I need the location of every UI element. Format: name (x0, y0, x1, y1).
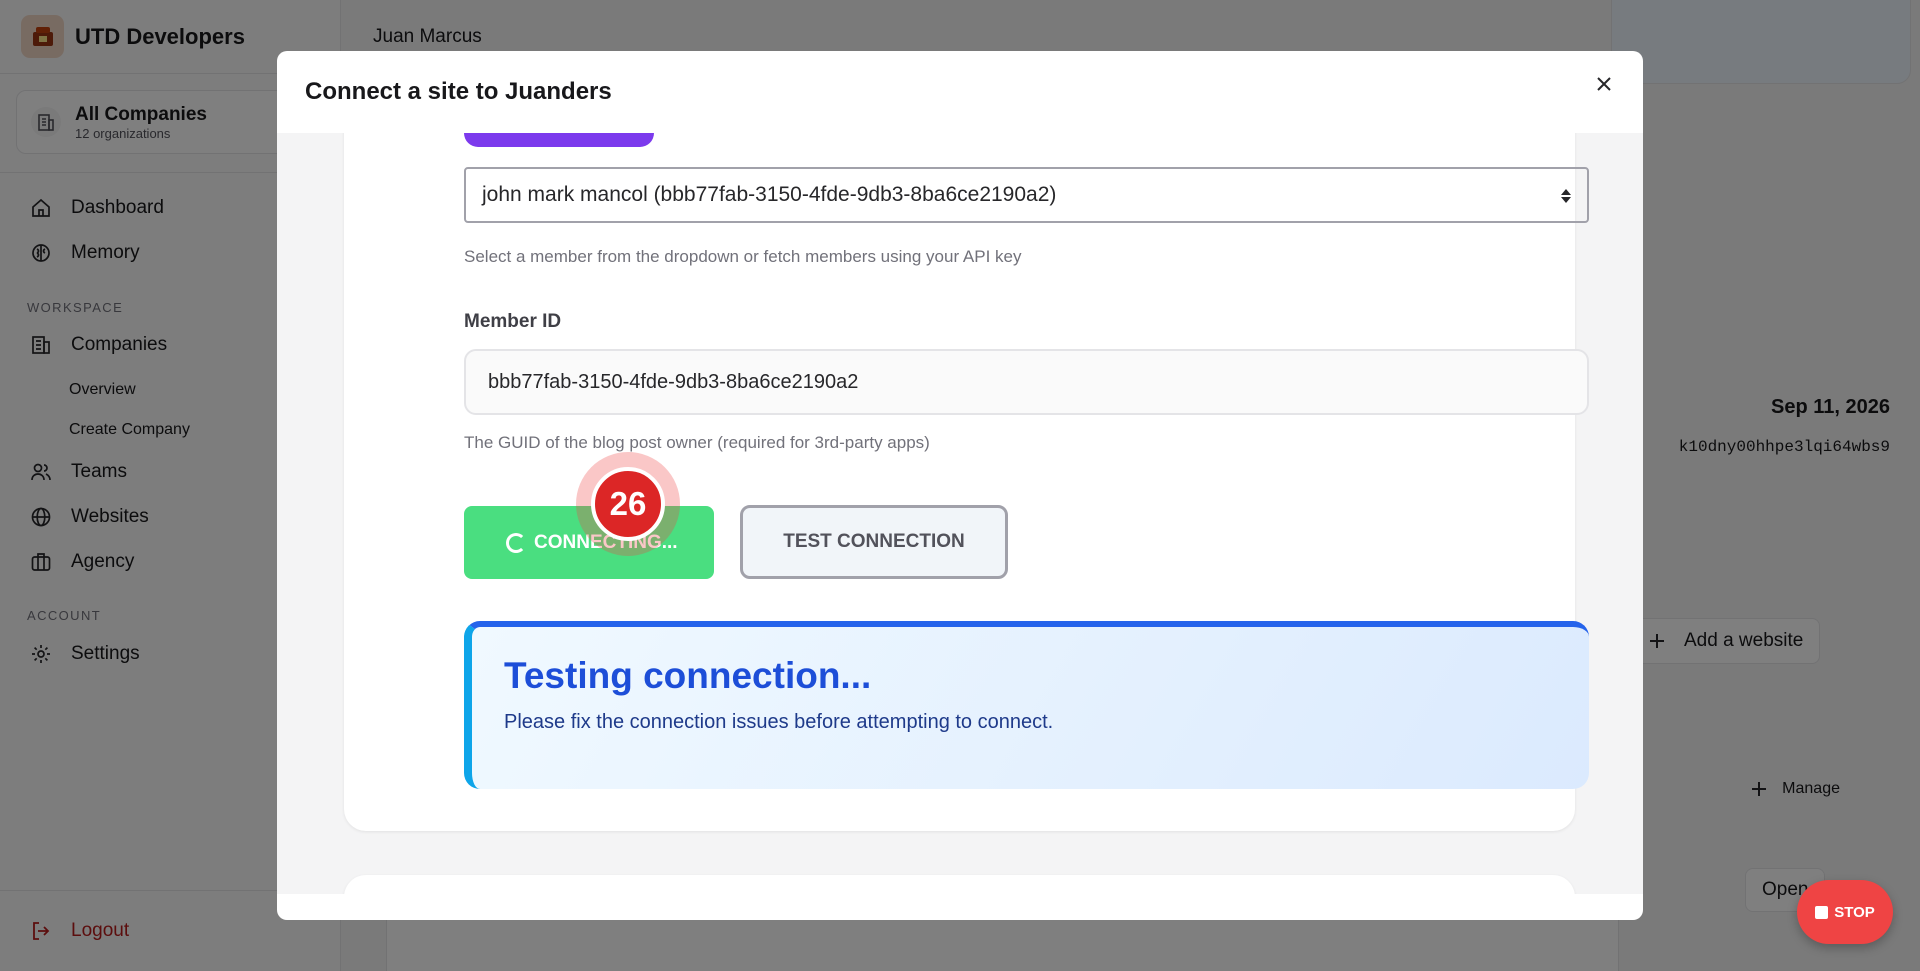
connection-status-alert: Testing connection... Please fix the con… (464, 621, 1589, 789)
connection-form-card: john mark mancol (bbb77fab-3150-4fde-9db… (344, 133, 1589, 831)
alert-title: Testing connection... (504, 655, 872, 696)
test-connection-button[interactable]: TEST CONNECTION (740, 505, 1008, 579)
member-select-value: john mark mancol (bbb77fab-3150-4fde-9db… (482, 183, 1057, 206)
member-select[interactable]: john mark mancol (bbb77fab-3150-4fde-9db… (464, 167, 1589, 223)
step-marker-badge: 26 (591, 467, 665, 541)
stop-label: STOP (1834, 903, 1875, 921)
connect-site-modal: Connect a site to Juanders john mark man… (277, 51, 1643, 920)
member-id-value: bbb77fab-3150-4fde-9db3-8ba6ce2190a2 (488, 370, 859, 393)
member-id-label: Member ID (464, 311, 562, 332)
close-icon[interactable] (1595, 75, 1613, 98)
modal-title: Connect a site to Juanders (305, 78, 612, 105)
sort-caret-icon (1561, 189, 1571, 203)
stop-icon (1815, 905, 1829, 919)
next-section-card (344, 875, 1575, 894)
member-id-hint: The GUID of the blog post owner (require… (464, 433, 930, 452)
alert-message: Please fix the connection issues before … (504, 711, 1054, 733)
member-select-hint: Select a member from the dropdown or fet… (464, 247, 1022, 266)
modal-body[interactable]: john mark mancol (bbb77fab-3150-4fde-9db… (277, 133, 1643, 894)
fetch-members-button[interactable] (464, 133, 654, 147)
spinner-icon (506, 532, 526, 553)
stop-button[interactable]: STOP (1797, 880, 1893, 944)
member-id-input[interactable]: bbb77fab-3150-4fde-9db3-8ba6ce2190a2 (464, 349, 1589, 415)
